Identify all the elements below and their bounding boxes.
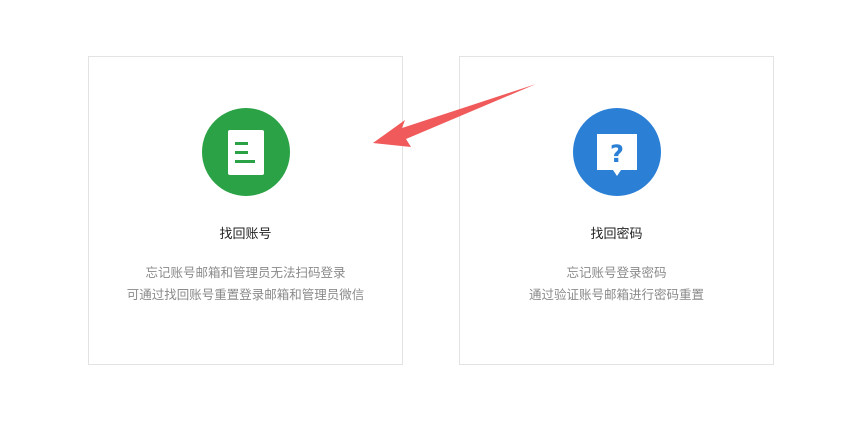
recover-account-desc-line-1: 忘记账号邮箱和管理员无法扫码登录 <box>145 265 346 280</box>
recover-account-description: 忘记账号邮箱和管理员无法扫码登录 可通过找回账号重置登录邮箱和管理员微信 <box>89 262 402 306</box>
recover-account-icon-circle <box>201 108 290 196</box>
document-icon <box>227 130 264 175</box>
recover-password-desc-line-2: 通过验证账号邮箱进行密码重置 <box>528 287 704 302</box>
recover-password-icon-circle: ? <box>572 108 661 196</box>
recover-password-title: 找回密码 <box>590 227 643 242</box>
recovery-options: 找回账号 忘记账号邮箱和管理员无法扫码登录 可通过找回账号重置登录邮箱和管理员微… <box>0 0 856 425</box>
recover-password-description: 忘记账号登录密码 通过验证账号邮箱进行密码重置 <box>460 262 773 306</box>
recover-password-card[interactable]: ? 找回密码 忘记账号登录密码 通过验证账号邮箱进行密码重置 <box>459 56 774 365</box>
question-icon: ? <box>596 134 637 176</box>
recover-password-desc-line-1: 忘记账号登录密码 <box>566 265 667 280</box>
svg-text:?: ? <box>610 140 624 168</box>
recover-account-desc-line-2: 可通过找回账号重置登录邮箱和管理员微信 <box>126 287 365 302</box>
recover-account-card[interactable]: 找回账号 忘记账号邮箱和管理员无法扫码登录 可通过找回账号重置登录邮箱和管理员微… <box>88 56 403 365</box>
recover-account-title: 找回账号 <box>219 227 272 242</box>
